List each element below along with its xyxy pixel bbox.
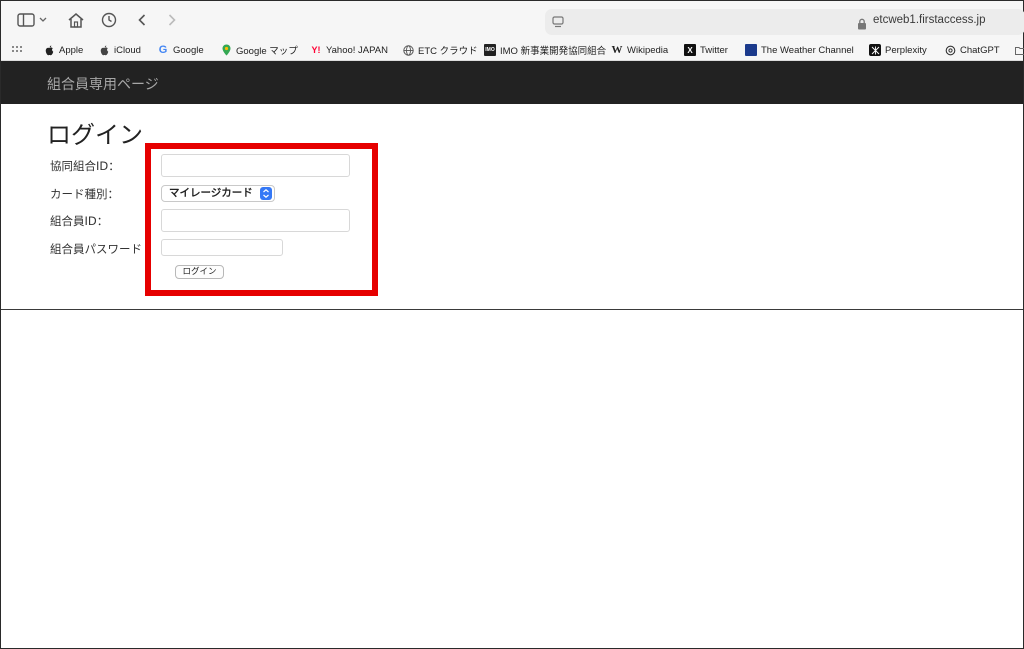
google-icon: G <box>158 44 168 56</box>
apple-icon <box>98 44 110 56</box>
bookmark-icloud[interactable]: iCloud <box>98 42 141 58</box>
apple-icon <box>43 44 55 56</box>
page-menu-icon[interactable] <box>551 14 567 30</box>
address-bar[interactable]: etcweb1.firstaccess.jp <box>545 9 1024 35</box>
site-header: 組合員専用ページ <box>1 61 1023 104</box>
bookmarks-bar: Apple iCloud G Google Google マップ Y! Yaho… <box>1 39 1024 61</box>
folder-icon[interactable] <box>1015 42 1024 58</box>
chatgpt-icon <box>944 44 956 56</box>
bookmark-twitter[interactable]: X Twitter <box>684 42 728 58</box>
bookmark-google-maps[interactable]: Google マップ <box>220 42 298 58</box>
password-label: 組合員パスワード <box>50 242 142 256</box>
yahoo-icon: Y! <box>311 45 321 55</box>
home-icon[interactable] <box>65 9 87 31</box>
coop-id-label: 協同組合ID： <box>50 159 120 173</box>
bookmark-yahoo-japan[interactable]: Y! Yahoo! JAPAN <box>310 42 388 58</box>
highlight-box <box>145 143 378 296</box>
sidebar-toggle-icon[interactable] <box>15 9 37 31</box>
bookmark-wikipedia[interactable]: W Wikipedia <box>611 42 669 58</box>
bookmark-chatgpt[interactable]: ChatGPT <box>944 42 1000 58</box>
bookmark-perplexity[interactable]: Perplexity <box>869 42 927 58</box>
bookmark-weather-channel[interactable]: The Weather Channel <box>745 42 854 58</box>
x-icon: X <box>684 44 696 56</box>
imo-icon: IMO <box>484 44 496 56</box>
browser-toolbar: etcweb1.firstaccess.jp <box>1 1 1024 39</box>
maps-pin-icon <box>220 44 232 56</box>
wikipedia-icon: W <box>611 44 623 56</box>
content-divider <box>1 309 1023 310</box>
weather-channel-icon <box>745 44 757 56</box>
bookmark-apple[interactable]: Apple <box>43 42 83 58</box>
chevron-down-icon[interactable] <box>37 9 49 31</box>
globe-icon <box>402 44 414 56</box>
lock-icon <box>857 15 869 30</box>
site-title[interactable]: 組合員専用ページ <box>47 74 159 94</box>
back-icon[interactable] <box>131 9 153 31</box>
apps-grid-icon[interactable] <box>11 42 23 58</box>
page-title: ログイン <box>47 121 143 149</box>
perplexity-icon <box>869 44 881 56</box>
bookmark-etc-cloud[interactable]: ETC クラウド <box>402 42 478 58</box>
member-id-label: 組合員ID： <box>50 214 109 228</box>
bookmark-imo[interactable]: IMO IMO 新事業開発協同組合 <box>484 42 606 58</box>
card-type-label: カード種別： <box>50 187 119 201</box>
history-icon[interactable] <box>98 9 120 31</box>
url-text: etcweb1.firstaccess.jp <box>873 14 986 26</box>
bookmark-google[interactable]: G Google <box>157 42 204 58</box>
forward-icon[interactable] <box>161 9 183 31</box>
